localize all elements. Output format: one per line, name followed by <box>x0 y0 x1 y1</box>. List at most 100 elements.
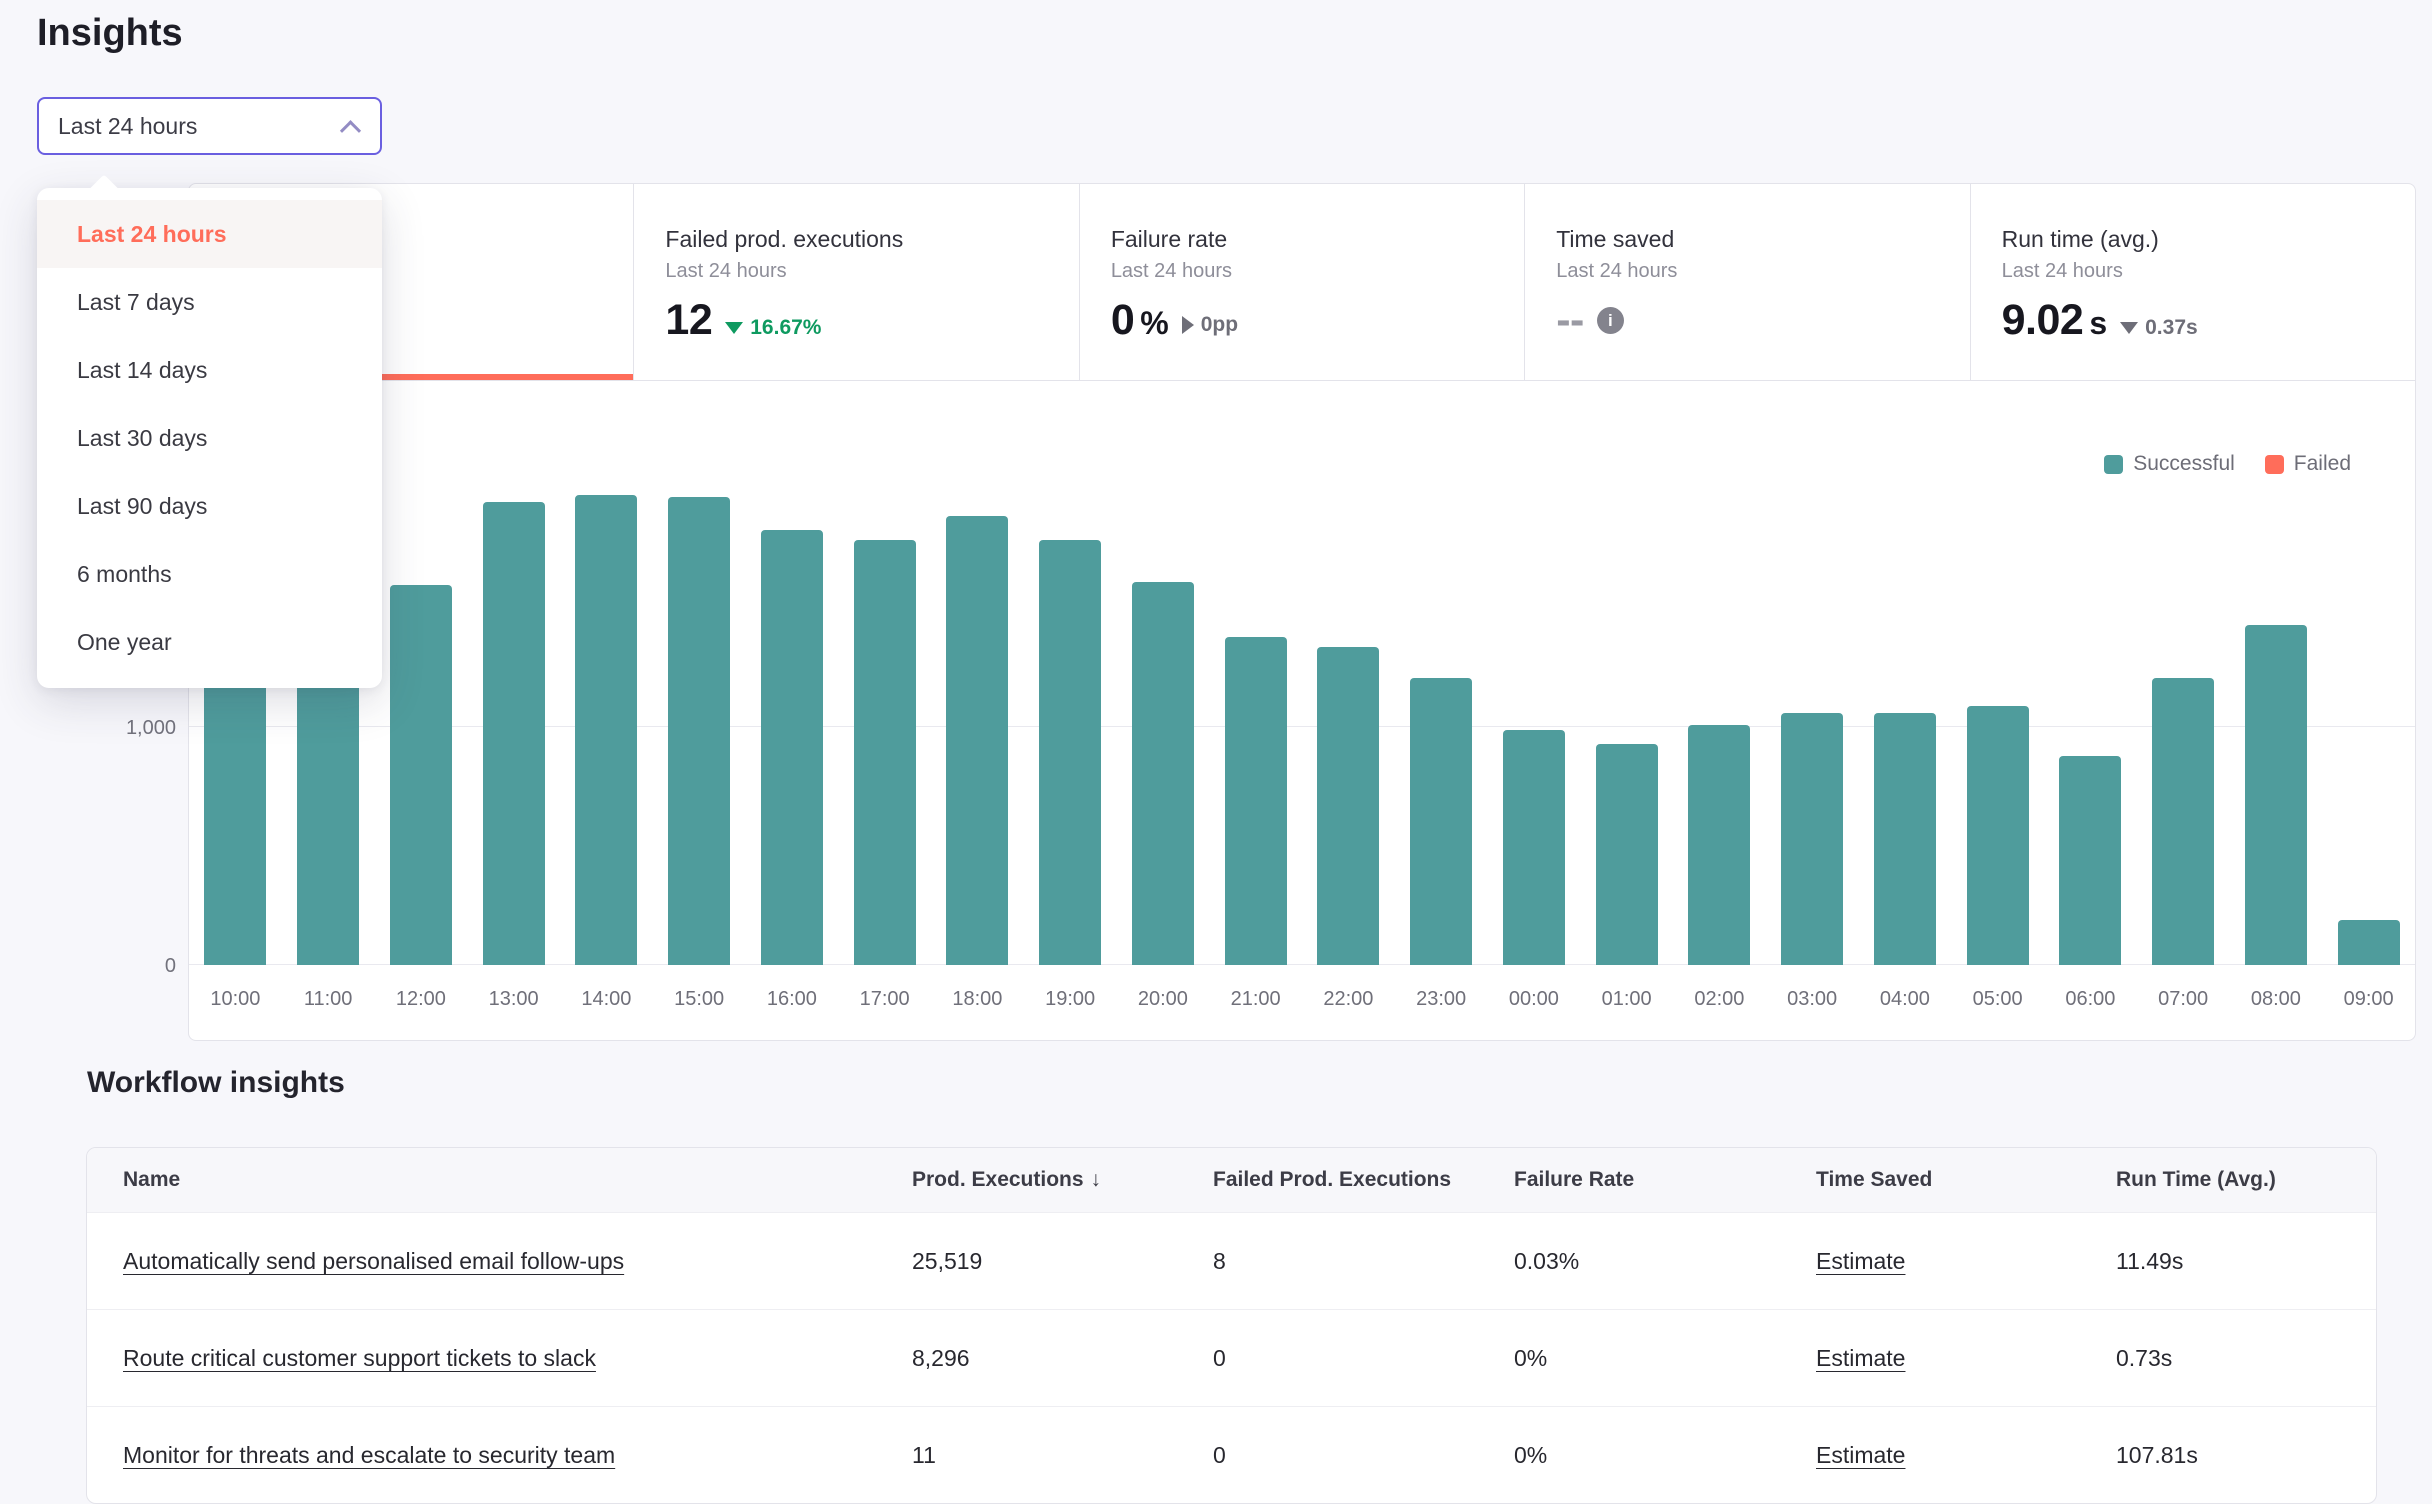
time-range-select[interactable]: Last 24 hours <box>37 97 382 155</box>
chart-bar <box>668 497 730 965</box>
workflow-insights-table: Name Prod. Executions↓ Failed Prod. Execut… <box>86 1147 2377 1504</box>
card-delta: 16.67% <box>725 316 821 340</box>
cell-failed_prod_executions: 0 <box>1177 1345 1478 1372</box>
time-range-option[interactable]: Last 14 days <box>37 336 382 404</box>
chart-bar <box>1967 706 2029 965</box>
card-subtitle: Last 24 hours <box>1556 260 1945 283</box>
table-row: Route critical customer support tickets … <box>87 1309 2376 1406</box>
card-value: 0 <box>1111 296 1134 345</box>
cell-time_saved: Estimate <box>1780 1248 2080 1275</box>
estimate-link[interactable]: Estimate <box>1816 1345 1905 1371</box>
column-header-label: Name <box>123 1168 180 1192</box>
table-body: Automatically send personalised email fo… <box>87 1212 2376 1503</box>
cell-run_time_avg: 0.73s <box>2080 1345 2377 1372</box>
card-title: Run time (avg.) <box>2002 226 2391 253</box>
bar-slot: 21:00 <box>1209 465 1302 965</box>
time-range-option[interactable]: Last 90 days <box>37 472 382 540</box>
cell-failure_rate: 0% <box>1478 1442 1780 1469</box>
column-header[interactable]: Run Time (Avg.) <box>2080 1168 2377 1192</box>
card-value-unit: % <box>1140 305 1168 342</box>
bars: 10:0011:0012:0013:0014:0015:0016:0017:00… <box>189 465 2415 965</box>
chart-bar <box>2245 625 2307 965</box>
bar-slot: 15:00 <box>653 465 746 965</box>
y-axis-label: 0 <box>81 955 176 978</box>
bar-slot: 23:00 <box>1395 465 1488 965</box>
card-subtitle: Last 24 hours <box>2002 260 2391 283</box>
cell-prod_executions: 8,296 <box>876 1345 1177 1372</box>
workflow-link[interactable]: Automatically send personalised email fo… <box>123 1248 624 1274</box>
cell-prod_executions: 25,519 <box>876 1248 1177 1275</box>
insights-panel: Failed prod. executionsLast 24 hours1216… <box>188 183 2416 1041</box>
bar-slot: 07:00 <box>2137 465 2230 965</box>
summary-card[interactable]: Failed prod. executionsLast 24 hours1216… <box>633 184 1078 380</box>
column-header[interactable]: Name <box>87 1168 876 1192</box>
summary-card[interactable]: Run time (avg.)Last 24 hours9.02s0.37s <box>1970 184 2415 380</box>
x-axis-label: 20:00 <box>1117 988 1210 1011</box>
chart-bar <box>2152 678 2214 965</box>
card-subtitle: Last 24 hours <box>665 260 1054 283</box>
card-value: 9.02 <box>2002 296 2084 345</box>
triangle-down-icon <box>2120 322 2138 334</box>
x-axis-label: 17:00 <box>838 988 931 1011</box>
x-axis-label: 08:00 <box>2230 988 2323 1011</box>
x-axis-label: 03:00 <box>1766 988 1859 1011</box>
time-range-option[interactable]: Last 7 days <box>37 268 382 336</box>
chart-bar <box>854 540 916 965</box>
time-range-selected-value: Last 24 hours <box>58 113 197 140</box>
summary-cards: Failed prod. executionsLast 24 hours1216… <box>189 184 2415 381</box>
chart-bar <box>1410 678 1472 965</box>
workflow-insights-title: Workflow insights <box>87 1066 345 1100</box>
cell-failure_rate: 0% <box>1478 1345 1780 1372</box>
time-range-menu: Last 24 hoursLast 7 daysLast 14 daysLast… <box>37 188 382 688</box>
x-axis-label: 05:00 <box>1951 988 2044 1011</box>
chart-bar <box>946 516 1008 965</box>
card-value-row: 12 16.67% <box>665 296 1054 345</box>
time-range-option[interactable]: 6 months <box>37 540 382 608</box>
chart-bar <box>1781 713 1843 965</box>
bar-slot: 13:00 <box>467 465 560 965</box>
card-value: 12 <box>665 296 712 345</box>
summary-card[interactable]: Failure rateLast 24 hours0%0pp <box>1079 184 1524 380</box>
x-axis-label: 09:00 <box>2322 988 2415 1011</box>
bar-slot: 16:00 <box>746 465 839 965</box>
time-range-option[interactable]: One year <box>37 608 382 676</box>
x-axis-label: 10:00 <box>189 988 282 1011</box>
card-delta: 0pp <box>1182 313 1238 337</box>
bar-slot: 09:00 <box>2322 465 2415 965</box>
x-axis-label: 13:00 <box>467 988 560 1011</box>
cell-failed_prod_executions: 8 <box>1177 1248 1478 1275</box>
bar-slot: 03:00 <box>1766 465 1859 965</box>
bar-slot: 17:00 <box>838 465 931 965</box>
chevron-up-icon <box>340 120 361 141</box>
chart-bar <box>1596 744 1658 965</box>
card-title: Time saved <box>1556 226 1945 253</box>
estimate-link[interactable]: Estimate <box>1816 1442 1905 1468</box>
card-value-unit: s <box>2089 305 2107 342</box>
column-header[interactable]: Prod. Executions↓ <box>876 1168 1177 1192</box>
time-range-option[interactable]: Last 24 hours <box>37 200 382 268</box>
bar-slot: 01:00 <box>1580 465 1673 965</box>
sort-desc-icon: ↓ <box>1091 1168 1102 1192</box>
x-axis-label: 04:00 <box>1859 988 1952 1011</box>
x-axis-label: 01:00 <box>1580 988 1673 1011</box>
summary-card[interactable]: Time savedLast 24 hours-- <box>1524 184 1969 380</box>
time-range-option[interactable]: Last 30 days <box>37 404 382 472</box>
chart-bar <box>2338 920 2400 965</box>
workflow-link[interactable]: Monitor for threats and escalate to secu… <box>123 1442 615 1468</box>
chart-bar <box>204 656 266 965</box>
cell-prod_executions: 11 <box>876 1442 1177 1469</box>
cell-name: Route critical customer support tickets … <box>87 1345 876 1372</box>
x-axis-label: 18:00 <box>931 988 1024 1011</box>
column-header[interactable]: Time Saved <box>1780 1168 2080 1192</box>
column-header-label: Failed Prod. Executions <box>1213 1168 1451 1192</box>
x-axis-label: 02:00 <box>1673 988 1766 1011</box>
card-subtitle: Last 24 hours <box>1111 260 1500 283</box>
workflow-link[interactable]: Route critical customer support tickets … <box>123 1345 596 1371</box>
column-header[interactable]: Failed Prod. Executions <box>1177 1168 1478 1192</box>
estimate-link[interactable]: Estimate <box>1816 1248 1905 1274</box>
column-header[interactable]: Failure Rate <box>1478 1168 1780 1192</box>
column-header-label: Run Time (Avg.) <box>2116 1168 2276 1192</box>
triangle-down-icon <box>725 322 743 334</box>
y-axis-label: 1,000 <box>81 717 176 740</box>
cell-name: Automatically send personalised email fo… <box>87 1248 876 1275</box>
